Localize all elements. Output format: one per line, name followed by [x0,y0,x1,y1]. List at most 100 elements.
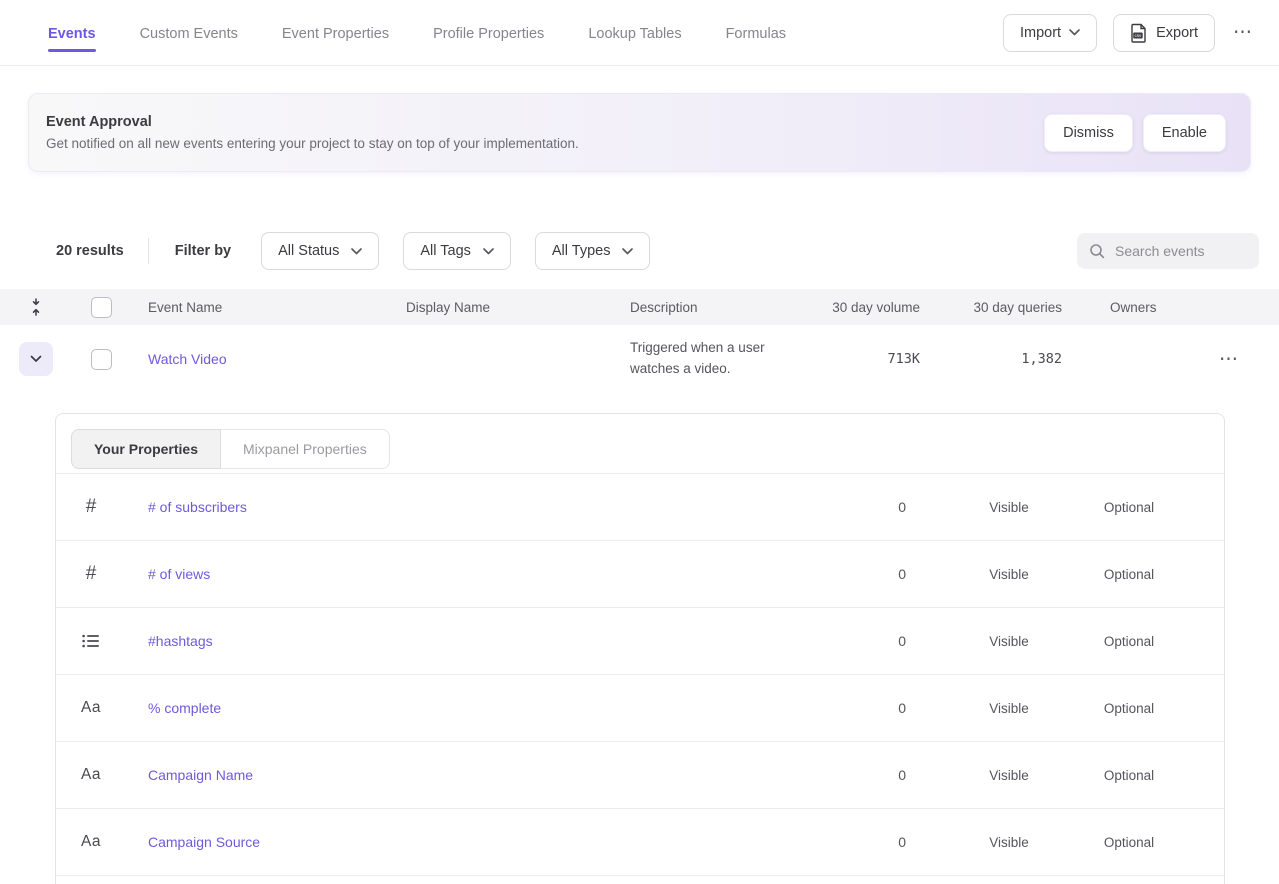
column-30-day-volume: 30 day volume [802,300,920,315]
enable-button[interactable]: Enable [1143,114,1226,152]
search-icon [1089,243,1105,259]
divider [148,238,149,264]
top-navigation: Events Custom Events Event Properties Pr… [0,0,1279,66]
property-name-link[interactable]: # of views [148,566,210,582]
ellipsis-icon: ⋯ [1233,22,1253,43]
property-requirement: Optional [1064,768,1194,783]
results-count: 20 results [56,243,124,259]
tab-mixpanel-properties[interactable]: Mixpanel Properties [221,429,390,469]
column-30-day-queries: 30 day queries [920,300,1062,315]
all-tags-dropdown[interactable]: All Tags [403,232,511,270]
property-value: 0 [824,566,954,582]
event-30-day-volume: 713K [802,351,920,367]
property-requirement: Optional [1064,701,1194,716]
banner-actions: Dismiss Enable [1044,114,1226,152]
property-visibility: Visible [954,768,1064,783]
chevron-down-icon [1069,29,1080,36]
property-value: 0 [824,633,954,649]
property-row: Aa % complete 0 Visible Optional [56,675,1224,742]
property-row: Aa Campaign Source 0 Visible Optional [56,809,1224,876]
chevron-down-icon [30,355,42,363]
chevron-down-icon [622,248,633,255]
property-value: 0 [824,700,954,716]
event-row-watch-video: Watch Video Triggered when a user watche… [0,325,1279,393]
property-visibility: Visible [954,500,1064,515]
banner-text: Event Approval Get notified on all new e… [46,114,1044,151]
property-visibility: Visible [954,567,1064,582]
banner-title: Event Approval [46,114,1044,130]
import-button[interactable]: Import [1003,14,1097,52]
tab-custom-events[interactable]: Custom Events [140,3,238,62]
filter-toolbar: 20 results Filter by All Status All Tags… [0,232,1279,270]
event-properties-panel: Your Properties Mixpanel Properties # # … [55,413,1225,884]
property-visibility: Visible [954,634,1064,649]
property-value: 0 [824,767,954,783]
all-status-dropdown[interactable]: All Status [261,232,379,270]
number-type-icon: # [56,496,126,518]
property-name-link[interactable]: Campaign Name [148,767,253,783]
column-event-name: Event Name [130,300,388,315]
property-row: # # of views 0 Visible Optional [56,541,1224,608]
property-value: 0 [824,834,954,850]
all-tags-label: All Tags [420,243,471,259]
tab-lookup-tables[interactable]: Lookup Tables [588,3,681,62]
event-approval-banner: Event Approval Get notified on all new e… [28,93,1251,172]
search-events-input[interactable] [1115,243,1247,259]
export-button-label: Export [1156,25,1198,41]
property-name-link[interactable]: # of subscribers [148,499,247,515]
dismiss-button[interactable]: Dismiss [1044,114,1133,152]
column-display-name: Display Name [388,300,612,315]
all-types-label: All Types [552,243,611,259]
properties-tabs-bar: Your Properties Mixpanel Properties [56,414,1224,474]
property-visibility: Visible [954,701,1064,716]
all-status-label: All Status [278,243,339,259]
properties-tab-group: Your Properties Mixpanel Properties [71,429,390,469]
property-requirement: Optional [1064,567,1194,582]
collapse-all-button[interactable] [0,297,72,317]
events-table-header: Event Name Display Name Description 30 d… [0,289,1279,325]
more-options-button[interactable]: ⋯ [1231,19,1255,46]
text-type-icon: Aa [56,833,126,851]
all-types-dropdown[interactable]: All Types [535,232,651,270]
property-requirement: Optional [1064,634,1194,649]
property-visibility: Visible [954,835,1064,850]
chevron-down-icon [483,248,494,255]
tab-event-properties[interactable]: Event Properties [282,3,389,62]
event-description: Triggered when a user watches a video. [612,326,802,392]
row-checkbox[interactable] [91,349,112,370]
list-type-icon [56,633,126,649]
property-requirement: Optional [1064,835,1194,850]
ellipsis-icon: ⋯ [1219,349,1239,370]
select-all-checkbox[interactable] [91,297,112,318]
column-description: Description [612,300,802,315]
property-requirement: Optional [1064,500,1194,515]
event-30-day-queries: 1,382 [920,351,1062,367]
property-value: 0 [824,499,954,515]
property-name-link[interactable]: Campaign Source [148,834,260,850]
tab-your-properties[interactable]: Your Properties [71,429,221,469]
nav-tabs: Events Custom Events Event Properties Pr… [48,3,1003,62]
collapse-row-button[interactable] [19,342,53,376]
csv-file-icon: csv [1130,23,1148,43]
svg-text:csv: csv [1135,33,1143,38]
property-name-link[interactable]: #hashtags [148,633,213,649]
text-type-icon: Aa [56,699,126,717]
row-more-options-button[interactable]: ⋯ [1217,346,1241,373]
column-owners: Owners [1062,300,1189,315]
property-name-link[interactable]: % complete [148,700,221,716]
property-row: Aa Campaign Name 0 Visible Optional [56,742,1224,809]
banner-description: Get notified on all new events entering … [46,136,1044,151]
search-events-box [1077,233,1259,269]
event-name-link[interactable]: Watch Video [148,351,227,367]
tab-events[interactable]: Events [48,3,96,62]
tab-profile-properties[interactable]: Profile Properties [433,3,544,62]
export-button[interactable]: csv Export [1113,14,1215,52]
property-row: #hashtags 0 Visible Optional [56,608,1224,675]
tab-formulas[interactable]: Formulas [726,3,786,62]
property-row: # # of subscribers 0 Visible Optional [56,474,1224,541]
topbar-actions: Import csv Export ⋯ [1003,14,1255,52]
text-type-icon: Aa [56,766,126,784]
number-type-icon: # [56,563,126,585]
banner-wrapper: Event Approval Get notified on all new e… [0,66,1279,172]
chevron-down-icon [351,248,362,255]
